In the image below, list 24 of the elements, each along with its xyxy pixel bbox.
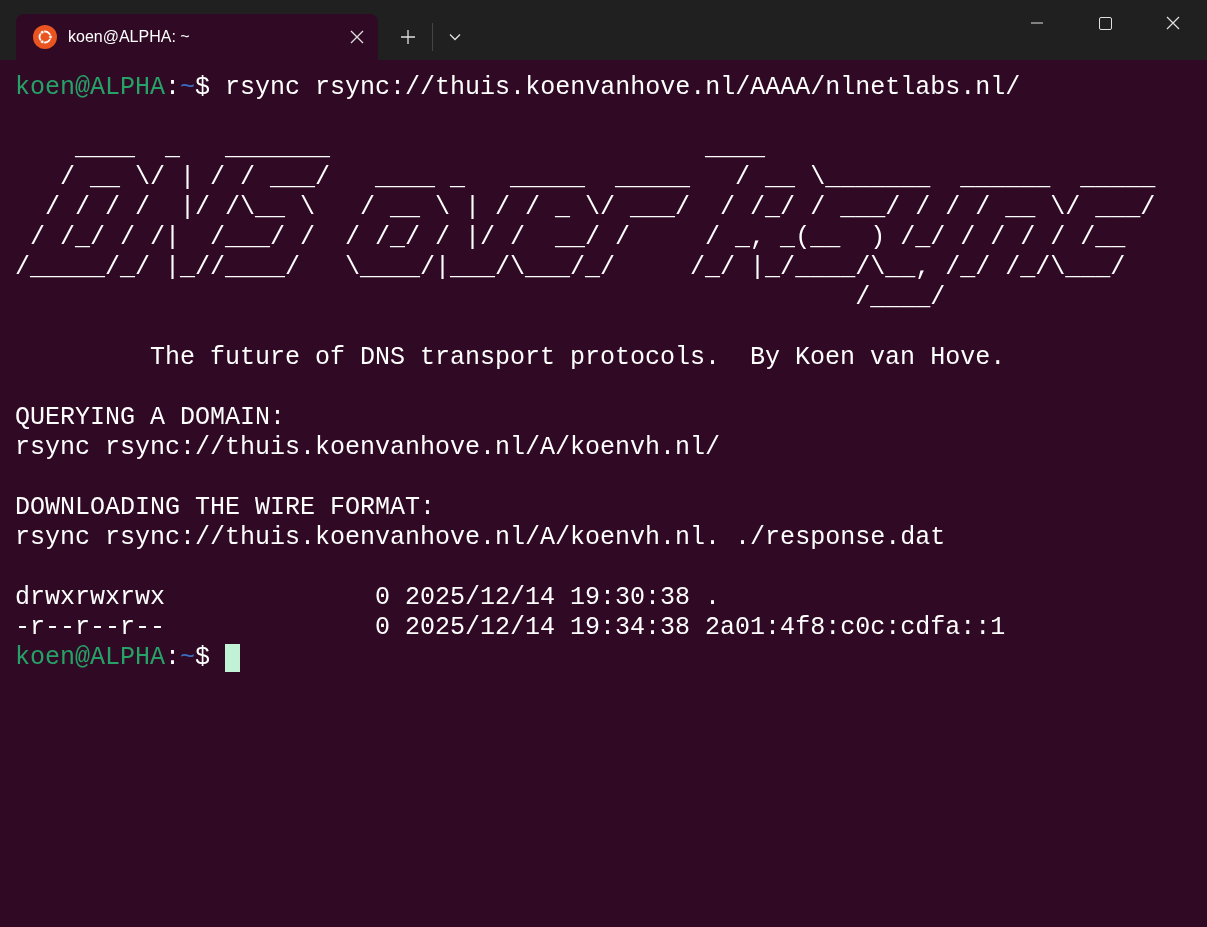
- prompt-user-host: koen@ALPHA: [15, 73, 166, 103]
- prompt-symbol: $: [195, 73, 211, 103]
- tab-title: koen@ALPHA: ~: [68, 27, 191, 47]
- prompt-symbol: $: [195, 643, 211, 673]
- prompt-user-host: koen@ALPHA: [15, 643, 166, 673]
- close-icon[interactable]: [350, 30, 364, 44]
- output-line: DOWNLOADING THE WIRE FORMAT:: [15, 493, 436, 522]
- ascii-art-text: ____ _ _______ ____ / __ \/ | / / ___/ ____ _ _____ _____ / __ \_______ ______ _____ / / / / |/ /\__ \ / __ \ | / / _ \/ ___/ / /_/ / ___/ / / / __ \/ ___/ / /_/ / /| /___/ / / /_/ / |/ / __/ / / _, _(__ ) /_/ / / / / /__ /_____/_/ |_//____/ \____/|___/\___/_/ /_/ |_/____/\__, /_/ /_/\___/ /____/: [15, 133, 1156, 313]
- command-text: rsync rsync://thuis.koenvanhove.nl/AAAA/nlnetlabs.nl/: [225, 73, 1021, 103]
- tagline-text: The future of DNS transport protocols. By Koen van Hove.: [150, 343, 1006, 372]
- output-line: rsync rsync://thuis.koenvanhove.nl/A/koenvh.nl. ./response.dat: [15, 523, 946, 552]
- ubuntu-logo-icon: [33, 25, 57, 49]
- output-line: rsync rsync://thuis.koenvanhove.nl/A/koenvh.nl/: [15, 433, 721, 462]
- chevron-down-icon[interactable]: [449, 33, 461, 41]
- prompt-path: ~: [180, 73, 196, 103]
- maximize-icon[interactable]: [1098, 16, 1112, 30]
- prompt-path: ~: [180, 643, 196, 673]
- output-line: drwxrwxrwx 0 2025/12/14 19:30:38 .: [15, 583, 721, 612]
- output-line: QUERYING A DOMAIN:: [15, 403, 286, 432]
- prompt-separator: :: [165, 73, 181, 103]
- close-icon[interactable]: [1166, 16, 1180, 30]
- new-tab-icon[interactable]: [400, 29, 416, 45]
- prompt-separator: :: [165, 643, 181, 673]
- output-line: -r--r--r-- 0 2025/12/14 19:34:38 2a01:4f8:c0c:cdfa::1: [15, 613, 1006, 642]
